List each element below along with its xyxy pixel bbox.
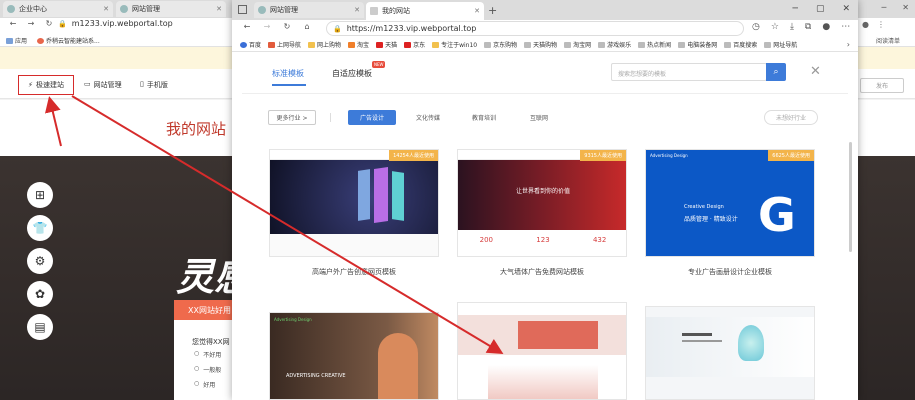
arrow-diagonal	[71, 95, 504, 355]
arrow-up	[45, 96, 62, 147]
annotation-arrows	[45, 95, 504, 355]
